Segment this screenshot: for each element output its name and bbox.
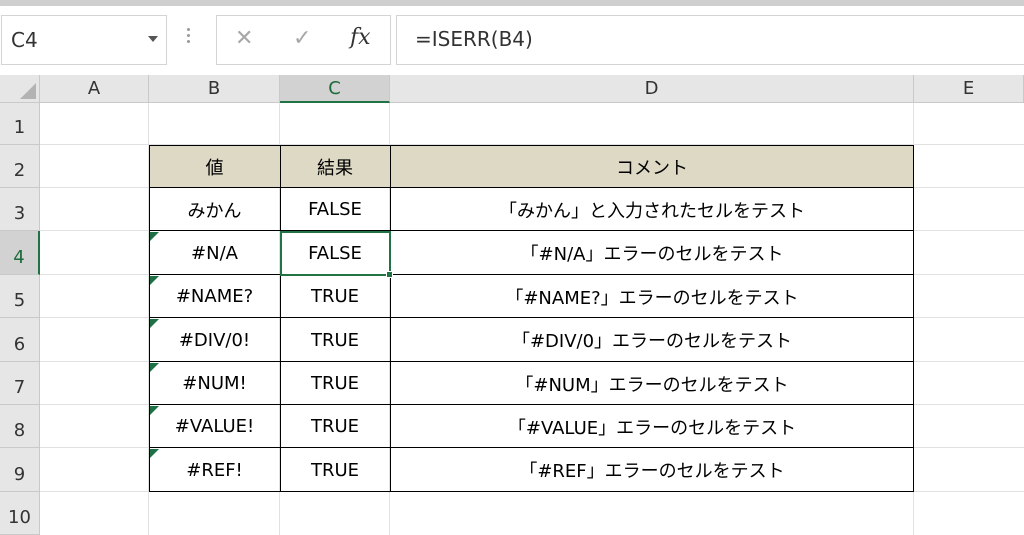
active-cell-selection[interactable]	[280, 231, 391, 276]
table-row-border	[149, 361, 914, 362]
row-number[interactable]: 3	[0, 203, 39, 224]
select-all-button[interactable]	[0, 75, 40, 103]
value-cell[interactable]: #DIV/0!	[149, 318, 280, 362]
table-row-border	[149, 447, 914, 448]
result-cell[interactable]: TRUE	[280, 362, 390, 405]
row-header-5[interactable]: 5	[0, 275, 40, 318]
table-row-border	[149, 404, 914, 405]
table-header-comment[interactable]: コメント	[390, 145, 914, 188]
column-header-e[interactable]: E	[914, 75, 1024, 103]
column-header-c[interactable]: C	[280, 75, 390, 103]
table-header-value[interactable]: 値	[149, 145, 280, 188]
row-number[interactable]: 6	[0, 334, 39, 355]
result-cell[interactable]: TRUE	[280, 448, 390, 492]
row-number[interactable]: 8	[0, 420, 39, 441]
row-header-1[interactable]: 1	[0, 103, 40, 145]
table-row-border	[149, 274, 914, 275]
comment-cell[interactable]: 「#REF」エラーのセルをテスト	[390, 448, 914, 492]
chevron-down-icon[interactable]	[148, 36, 158, 42]
row-number[interactable]: 5	[0, 290, 39, 311]
table-row-border	[149, 187, 914, 188]
comment-cell[interactable]: 「#DIV/0」エラーのセルをテスト	[390, 318, 914, 362]
table-row-border	[149, 230, 914, 231]
value-cell[interactable]: #NAME?	[149, 275, 280, 318]
value-cell[interactable]: #REF!	[149, 448, 280, 492]
comment-cell[interactable]: 「#VALUE」エラーのセルをテスト	[390, 405, 914, 448]
drag-handle-icon[interactable]	[187, 28, 191, 46]
value-cell[interactable]: #VALUE!	[149, 405, 280, 448]
formula-buttons: ✕ ✓ fx	[216, 15, 391, 65]
error-indicator-icon[interactable]	[150, 232, 159, 241]
error-indicator-icon[interactable]	[150, 363, 159, 372]
error-indicator-icon[interactable]	[150, 319, 159, 328]
value-cell[interactable]: #N/A	[149, 231, 280, 275]
result-cell[interactable]: FALSE	[280, 188, 390, 231]
result-cell[interactable]: TRUE	[280, 405, 390, 448]
row-header-7[interactable]: 7	[0, 362, 40, 405]
cancel-icon[interactable]: ✕	[235, 26, 253, 51]
table-header-result[interactable]: 結果	[280, 145, 390, 188]
column-header-a[interactable]: A	[40, 75, 149, 103]
row-header-8[interactable]: 8	[0, 405, 40, 448]
row-number[interactable]: 2	[0, 160, 39, 181]
value-cell[interactable]: みかん	[149, 188, 280, 231]
result-cell[interactable]: TRUE	[280, 318, 390, 362]
comment-cell[interactable]: 「みかん」と入力されたセルをテスト	[390, 188, 914, 231]
value-cell[interactable]: #NUM!	[149, 362, 280, 405]
column-header-b[interactable]: B	[149, 75, 280, 103]
result-cell[interactable]: TRUE	[280, 275, 390, 318]
row-header-10[interactable]: 10	[0, 492, 40, 535]
error-indicator-icon[interactable]	[150, 276, 159, 285]
comment-cell[interactable]: 「#NAME?」エラーのセルをテスト	[390, 275, 914, 318]
row-header-4[interactable]: 4	[0, 231, 40, 275]
row-header-3[interactable]: 3	[0, 188, 40, 231]
row-header-2[interactable]: 2	[0, 145, 40, 188]
comment-cell[interactable]: 「#N/A」エラーのセルをテスト	[390, 231, 914, 275]
error-indicator-icon[interactable]	[150, 406, 159, 415]
column-header-d[interactable]: D	[390, 75, 914, 103]
fill-handle[interactable]	[386, 271, 393, 278]
comment-cell[interactable]: 「#NUM」エラーのセルをテスト	[390, 362, 914, 405]
table-divider	[280, 145, 281, 492]
error-indicator-icon[interactable]	[150, 449, 159, 458]
row-number[interactable]: 4	[0, 247, 38, 268]
row-number[interactable]: 1	[0, 117, 39, 138]
row-number[interactable]: 9	[0, 464, 39, 485]
row-number[interactable]: 7	[0, 377, 39, 398]
formula-bar: C4 ✕ ✓ fx =ISERR(B4)	[0, 6, 1024, 68]
table-divider	[390, 145, 391, 492]
enter-icon[interactable]: ✓	[293, 26, 311, 51]
row-header-9[interactable]: 9	[0, 448, 40, 492]
row-number[interactable]: 10	[0, 507, 39, 528]
formula-text[interactable]: =ISERR(B4)	[415, 27, 533, 51]
insert-function-icon[interactable]: fx	[350, 25, 371, 50]
name-box-value[interactable]: C4	[11, 28, 38, 52]
table-row-border	[149, 317, 914, 318]
name-box[interactable]: C4	[1, 15, 167, 65]
row-header-6[interactable]: 6	[0, 318, 40, 362]
formula-input[interactable]: =ISERR(B4)	[396, 15, 1024, 65]
